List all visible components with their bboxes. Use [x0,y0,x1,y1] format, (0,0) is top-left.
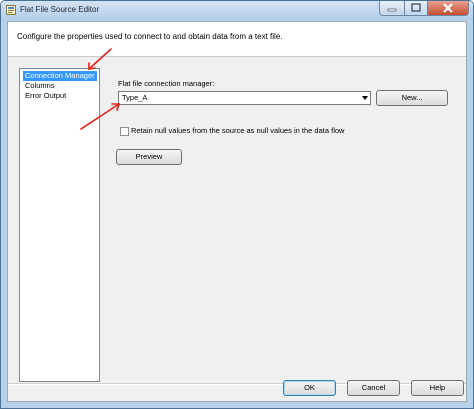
annotation-arrow-icon [88,48,112,70]
annotation-arrows [80,48,121,130]
annotation-arrow-icon [80,103,121,130]
flat-file-source-editor-window: Flat File Source Editor Configure the pr… [0,0,474,409]
